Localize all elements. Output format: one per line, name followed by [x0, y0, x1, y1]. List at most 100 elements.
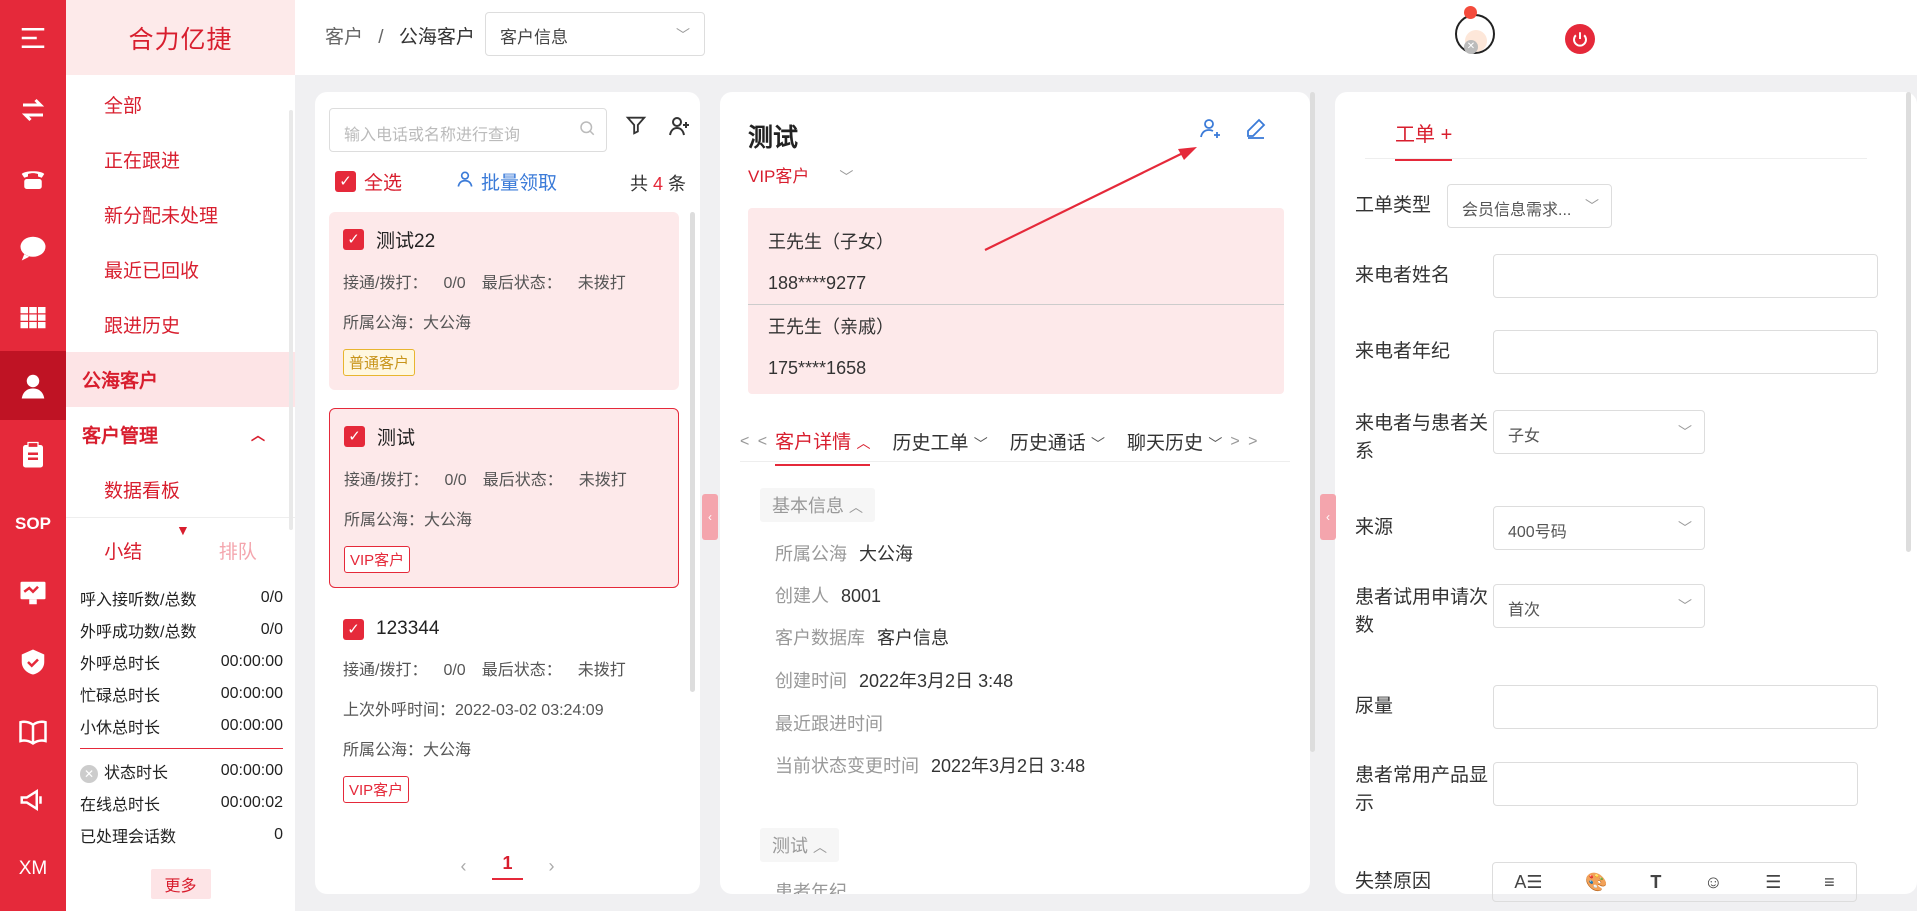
clipboard-icon[interactable] — [0, 420, 66, 489]
secondary-sidebar: 合力亿捷 全部 正在跟进 新分配未处理 最近已回收 跟进历史 公海客户 客户管理… — [66, 0, 295, 911]
sidebar-item-all[interactable]: 全部 — [66, 77, 295, 132]
pool-info: 所属公海：大公海 — [343, 742, 472, 759]
sidebar-item-dashboard[interactable]: 数据看板 — [66, 462, 295, 517]
section-test[interactable]: 测试 ︿ — [760, 828, 840, 862]
monitor-icon[interactable] — [0, 558, 66, 627]
stat-label: 小休总时长 — [80, 720, 161, 737]
palette-icon[interactable]: 🎨 — [1585, 872, 1607, 893]
sop-icon[interactable]: SOP — [0, 489, 66, 558]
shield-icon[interactable] — [0, 627, 66, 696]
common-product-input[interactable] — [1493, 762, 1858, 806]
collapse-right-handle[interactable]: ‹ — [1320, 494, 1336, 540]
xm-icon[interactable]: XM — [0, 834, 66, 903]
checkbox-checked-icon[interactable]: ✓ — [343, 229, 364, 250]
contact-phone[interactable]: 188****9277 — [748, 262, 1284, 304]
status-close-icon[interactable]: ✕ — [1464, 40, 1478, 54]
checkbox-checked-icon: ✓ — [335, 171, 356, 192]
sidebar-item-following[interactable]: 正在跟进 — [66, 132, 295, 187]
field-label: 尿量 — [1355, 696, 1394, 717]
info-row: 当前状态变更时间 2022年3月2日 3:48 — [775, 756, 1086, 776]
section-basic-info[interactable]: 基本信息 ︿ — [760, 488, 876, 522]
menu-icon[interactable] — [0, 0, 66, 75]
detail-scrollbar[interactable] — [1310, 92, 1315, 752]
edit-icon[interactable] — [1244, 116, 1268, 145]
tab-summary[interactable]: 小结 — [66, 537, 181, 564]
emoji-icon[interactable]: ☺ — [1704, 872, 1722, 893]
prev-page-icon[interactable]: ‹ — [460, 856, 466, 877]
customer-level-select[interactable]: VIP客户 ﹀ — [748, 162, 853, 187]
work-order-scrollbar[interactable] — [1906, 92, 1911, 552]
select-all-checkbox[interactable]: ✓ 全选 — [335, 168, 402, 195]
trial-times-select[interactable]: 首次 ﹀ — [1493, 584, 1705, 628]
page-number[interactable]: 1 — [492, 853, 523, 880]
search-icon[interactable] — [578, 119, 596, 142]
power-icon[interactable] — [1565, 24, 1595, 54]
tab-history-orders[interactable]: 历史工单 ﹀ — [892, 428, 987, 455]
sidebar-item-follow-history[interactable]: 跟进历史 — [66, 297, 295, 352]
batch-claim-button[interactable]: 批量领取 — [455, 168, 557, 195]
add-icon[interactable]: + — [1441, 124, 1453, 146]
align-icon[interactable]: ≡ — [1824, 872, 1835, 893]
search-input[interactable]: 输入电话或名称进行查询 — [329, 108, 607, 152]
close-circle-icon[interactable]: ✕ — [80, 765, 98, 783]
list-scrollbar[interactable] — [690, 212, 695, 692]
add-user-icon[interactable] — [667, 114, 691, 143]
assign-user-icon[interactable] — [1198, 116, 1222, 145]
sidebar-item-recently-recycled[interactable]: 最近已回收 — [66, 242, 295, 297]
sidebar-group-customer-mgmt[interactable]: 客户管理 ︿ — [66, 407, 295, 462]
tab-customer-detail[interactable]: 客户详情 ︿ — [775, 427, 871, 466]
contact-phone[interactable]: 175****1658 — [748, 347, 1284, 389]
pool-info: 所属公海：大公海 — [343, 315, 472, 332]
tab-work-order[interactable]: 工单 + — [1395, 118, 1453, 161]
customer-card-selected[interactable]: ✓ 测试 接通/拨打： 0/0 最后状态： 未拨打 所属公海：大公海 VIP客户 — [329, 408, 679, 588]
field-caller-name: 来电者姓名 — [1355, 254, 1878, 298]
tab-queue[interactable]: 排队 — [181, 537, 296, 564]
megaphone-icon[interactable] — [0, 765, 66, 834]
customer-detail-panel: 测试 VIP客户 ﹀ 王先生（子女） 188****9277 王先生（亲戚） 17… — [720, 92, 1310, 894]
filter-icon[interactable] — [625, 114, 647, 141]
urine-input[interactable] — [1493, 685, 1878, 729]
phone-icon[interactable] — [0, 144, 66, 213]
chevron-down-icon: ﹀ — [839, 169, 854, 185]
more-button[interactable]: 更多 — [150, 869, 211, 899]
tab-chat-history[interactable]: 聊天历史 ﹀ — [1127, 428, 1222, 455]
tabs-next-button[interactable]: > > — [1230, 433, 1259, 451]
indent-icon[interactable]: ☰ — [1765, 872, 1781, 893]
database-select[interactable]: 客户信息 ﹀ — [485, 12, 705, 56]
relation-select[interactable]: 子女 ﹀ — [1493, 410, 1705, 454]
collapse-triangle-icon[interactable]: ▼ — [176, 522, 190, 538]
collapse-left-handle[interactable]: ‹ — [702, 494, 718, 540]
transfer-icon[interactable] — [0, 75, 66, 144]
stat-row: ✕ 状态时长 00:00:00 — [66, 755, 295, 787]
caller-name-input[interactable] — [1493, 254, 1878, 298]
sidebar-item-new-unprocessed[interactable]: 新分配未处理 — [66, 187, 295, 242]
field-label: 患者常用产品显示 — [1355, 765, 1489, 814]
customer-icon[interactable] — [0, 351, 66, 420]
order-type-select[interactable]: 会员信息需求... ﹀ — [1447, 184, 1612, 228]
caller-age-input[interactable] — [1493, 330, 1878, 374]
customer-card[interactable]: ✓ 123344 接通/拨打： 0/0 最后状态： 未拨打 上次外呼时间：2022-03… — [329, 604, 679, 817]
field-incontinence: 失禁原因 — [1355, 868, 1493, 896]
chat-icon[interactable] — [0, 213, 66, 282]
count-number: 4 — [652, 174, 663, 194]
grid-icon[interactable] — [0, 282, 66, 351]
text-format-icon[interactable]: A☰ — [1514, 872, 1542, 893]
checkbox-checked-icon[interactable]: ✓ — [344, 426, 365, 447]
customer-card[interactable]: ✓ 测试22 接通/拨打： 0/0 最后状态： 未拨打 所属公海：大公海 普通客户 — [329, 212, 679, 390]
font-size-icon[interactable]: T — [1650, 872, 1661, 893]
next-page-icon[interactable]: › — [549, 856, 555, 877]
sidebar-item-public-customers[interactable]: 公海客户 — [66, 352, 295, 407]
tab-history-calls[interactable]: 历史通话 ﹀ — [1010, 428, 1105, 455]
pool-info: 所属公海：大公海 — [344, 512, 473, 529]
breadcrumb: 客户 / 公海客户 — [325, 22, 475, 49]
detail-tabs: < < 客户详情 ︿ 历史工单 ﹀ 历史通话 ﹀ 聊天历史 ﹀ > > — [740, 422, 1290, 466]
sidebar-scrollbar[interactable] — [289, 110, 293, 530]
customer-title: 测试 — [748, 124, 799, 152]
book-icon[interactable] — [0, 696, 66, 765]
checkbox-checked-icon[interactable]: ✓ — [343, 618, 364, 640]
breadcrumb-root[interactable]: 客户 — [325, 27, 363, 48]
total-count: 共 4 条 — [630, 170, 686, 196]
source-select[interactable]: 400号码 ﹀ — [1493, 506, 1705, 550]
tabs-prev-button[interactable]: < < — [740, 433, 769, 451]
sidebar-menu: 全部 正在跟进 新分配未处理 最近已回收 跟进历史 公海客户 客户管理 ︿ 数据看… — [66, 75, 295, 517]
